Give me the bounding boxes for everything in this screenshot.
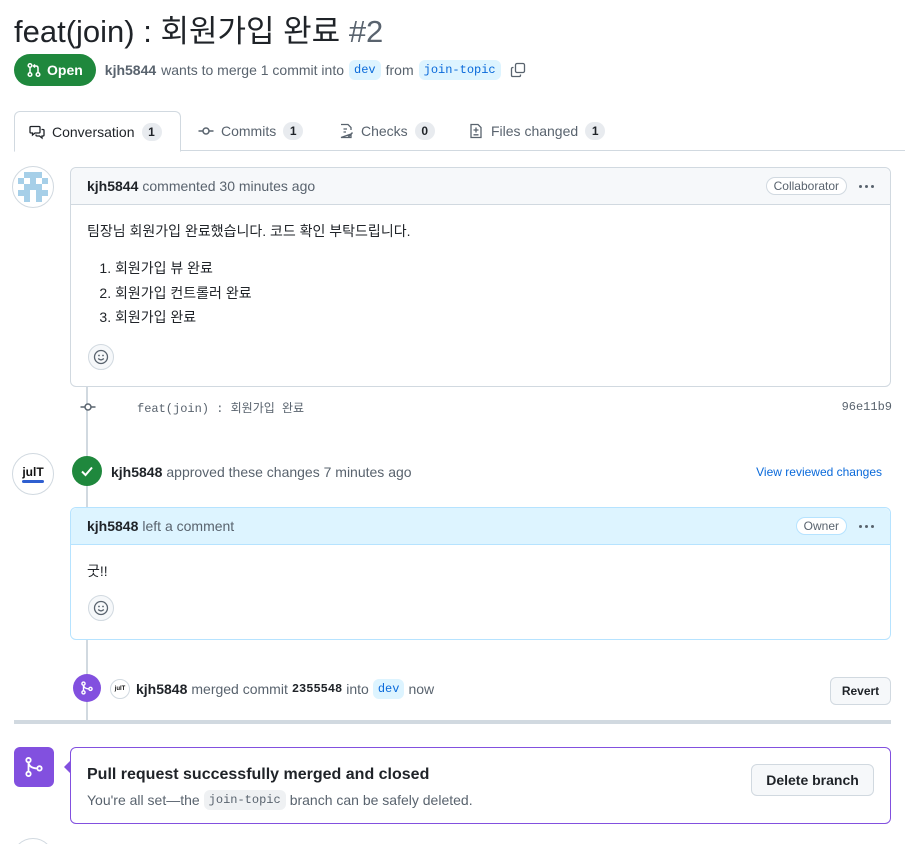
review-event: kjh5848 approved these changes 7 minutes…: [111, 464, 412, 480]
add-reaction-button[interactable]: [88, 343, 114, 370]
tab-files-changed[interactable]: Files changed 1: [454, 111, 619, 151]
delete-branch-button[interactable]: Delete branch: [751, 764, 874, 796]
review-action[interactable]: approved these changes 7 minutes ago: [166, 464, 411, 480]
avatar-logo-text: julT: [22, 464, 44, 479]
kebab-menu-icon[interactable]: [859, 184, 874, 188]
tab-label: Checks: [361, 123, 408, 139]
git-merge-icon: [25, 757, 43, 777]
state-badge: Open: [14, 54, 96, 86]
tab-checks[interactable]: Checks 0: [324, 111, 449, 151]
comment-text: 굿!!: [87, 563, 108, 579]
avatar[interactable]: [12, 838, 54, 844]
avatar[interactable]: julT: [12, 453, 54, 495]
role-badge: Collaborator: [765, 177, 847, 195]
avatar[interactable]: [12, 166, 54, 208]
list-item: 회원가입 뷰 완료: [115, 256, 874, 281]
merged-text: You're all set—the: [87, 792, 200, 808]
pr-author-link[interactable]: kjh5844: [105, 62, 156, 78]
deleted-branch-chip[interactable]: join-topic: [203, 790, 286, 810]
comment-list: 회원가입 뷰 완료 회원가입 컨트롤러 완료 회원가입 완료: [115, 256, 874, 330]
copy-icon[interactable]: [510, 62, 526, 78]
tab-conversation[interactable]: Conversation 1: [14, 111, 181, 152]
small-avatar[interactable]: julT: [110, 679, 130, 699]
tab-counter: 1: [585, 122, 606, 140]
pr-title-text: feat(join) : 회원가입 완료: [14, 14, 341, 49]
pull-request-icon: [27, 62, 41, 78]
comment-text: 팀장님 회원가입 완료했습니다. 코드 확인 부탁드립니다.: [87, 223, 411, 239]
merge-author[interactable]: kjh5848: [136, 681, 187, 697]
merged-status-box: Pull request successfully merged and clo…: [70, 747, 891, 824]
kebab-menu-icon[interactable]: [859, 524, 874, 528]
add-reaction-button[interactable]: [88, 595, 114, 621]
checklist-icon: [340, 123, 354, 139]
identicon-avatar: [18, 172, 48, 202]
tab-counter: 1: [141, 122, 162, 141]
list-item: 회원가입 완료: [115, 305, 874, 330]
tab-label: Conversation: [52, 123, 135, 140]
base-branch[interactable]: dev: [349, 60, 381, 80]
merge-event: julT kjh5848 merged commit 2355548 into …: [110, 679, 434, 699]
tab-counter: 0: [414, 122, 435, 140]
pr-title: feat(join) : 회원가입 완료 #2: [14, 6, 383, 51]
smiley-icon: [93, 349, 109, 364]
from-text: from: [385, 62, 414, 78]
comment-box: kjh5844 commented 30 minutes ago Collabo…: [70, 167, 891, 387]
review-comment-box: kjh5848 left a comment Owner 굿!!: [70, 507, 891, 640]
git-commit-icon: [198, 127, 214, 135]
list-item: 회원가입 컨트롤러 완료: [115, 281, 874, 306]
merged-status-icon: [14, 747, 54, 787]
merged-title: Pull request successfully merged and clo…: [87, 766, 430, 783]
merge-text: merged commit: [191, 681, 288, 697]
commit-row: feat(join) : 회원가입 완료 96e11b9: [80, 397, 892, 417]
state-label: Open: [47, 62, 83, 78]
merge-into-text: into: [346, 681, 369, 697]
approved-badge: [72, 456, 102, 486]
merged-text-2: branch can be safely deleted.: [289, 792, 473, 808]
merge-commit-sha[interactable]: 2355548: [292, 682, 342, 696]
tab-commits[interactable]: Commits 1: [184, 111, 317, 151]
comment-discussion-icon: [29, 125, 45, 139]
merge-description: kjh5844 wants to merge 1 commit into dev…: [105, 60, 526, 80]
comment-author[interactable]: kjh5844: [87, 178, 138, 194]
merge-time[interactable]: now: [408, 681, 434, 697]
comment-body: 팀장님 회원가입 완료했습니다. 코드 확인 부탁드립니다. 회원가입 뷰 완료…: [71, 205, 890, 386]
merge-text: wants to merge 1 commit into: [161, 62, 345, 78]
comment-action: left a comment: [142, 518, 235, 534]
comment-header: kjh5844 commented 30 minutes ago Collabo…: [71, 168, 890, 205]
view-reviewed-changes-link[interactable]: View reviewed changes: [756, 465, 882, 479]
pr-meta: Open kjh5844 wants to merge 1 commit int…: [14, 54, 526, 86]
commit-message[interactable]: feat(join) : 회원가입 완료: [137, 399, 304, 416]
git-merge-icon: [81, 681, 93, 695]
timeline-line: [86, 485, 88, 507]
pr-tabs: Conversation 1 Commits 1 Checks 0 Files …: [14, 111, 905, 152]
comment-body: 굿!!: [71, 545, 890, 637]
revert-button[interactable]: Revert: [830, 677, 891, 705]
head-branch[interactable]: join-topic: [418, 60, 501, 80]
smiley-icon: [93, 600, 109, 616]
merge-base-branch[interactable]: dev: [372, 679, 405, 699]
timeline-divider: [14, 720, 891, 724]
check-icon: [81, 466, 93, 477]
comment-header: kjh5848 left a comment Owner: [71, 508, 890, 545]
commit-sha[interactable]: 96e11b9: [842, 400, 892, 414]
tab-label: Commits: [221, 123, 277, 139]
merged-description: You're all set—the join-topic branch can…: [87, 790, 473, 810]
comment-author[interactable]: kjh5848: [87, 518, 138, 534]
tab-label: Files changed: [491, 123, 579, 139]
review-author[interactable]: kjh5848: [111, 464, 162, 480]
small-avatar-logo-text: julT: [114, 686, 126, 692]
role-badge: Owner: [795, 517, 847, 535]
tab-counter: 1: [283, 122, 304, 140]
merged-badge: [73, 674, 101, 702]
logo-underline: [22, 479, 44, 483]
comment-action[interactable]: commented 30 minutes ago: [142, 178, 315, 194]
file-diff-icon: [470, 123, 482, 139]
git-commit-icon: [80, 403, 96, 411]
jult-logo: julT: [22, 466, 44, 483]
pr-number: #2: [348, 14, 384, 49]
